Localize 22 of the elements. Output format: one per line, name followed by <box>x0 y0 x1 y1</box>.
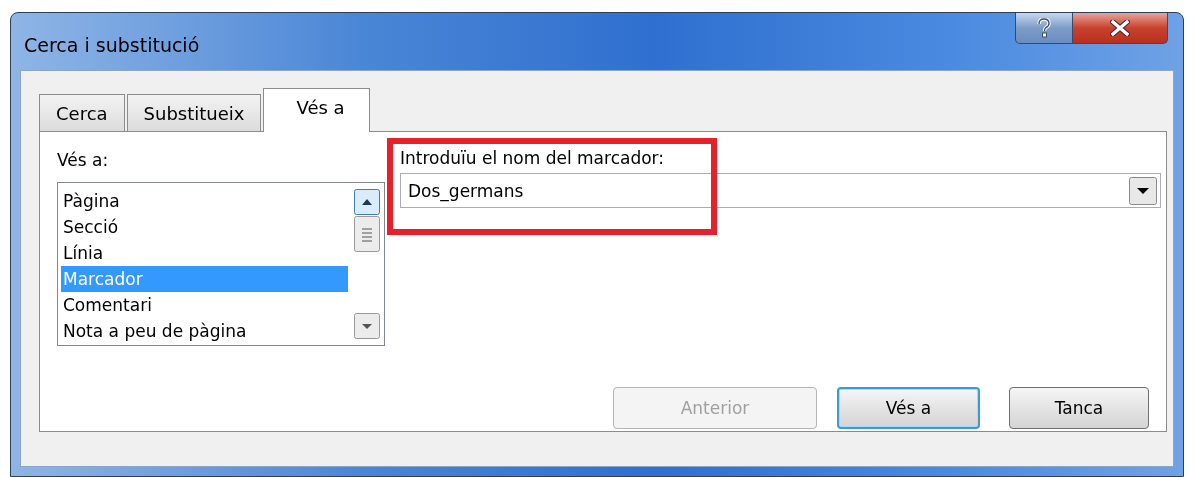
list-item[interactable]: Línia <box>61 240 348 266</box>
scroll-up-button[interactable] <box>354 189 380 215</box>
tab[interactable]: Vés a <box>263 88 370 132</box>
close-button[interactable] <box>1073 13 1168 44</box>
list-item[interactable]: Nota a peu de pàgina <box>61 318 348 344</box>
list-item[interactable]: Pàgina <box>61 188 348 214</box>
field-label: Introduïu el nom del marcador: <box>400 148 665 168</box>
tab[interactable]: Cerca <box>39 94 125 131</box>
help-icon <box>1037 18 1051 38</box>
scroll-down-button[interactable] <box>354 313 380 339</box>
button[interactable]: Tanca <box>1009 387 1149 429</box>
default-button[interactable]: Vés a <box>837 387 980 429</box>
bookmark-combo-box[interactable]: Dos_germans <box>400 173 1161 208</box>
window-title: Cerca i substitució <box>23 33 200 56</box>
list-item[interactable]: Comentari <box>61 292 348 318</box>
tab[interactable]: Substitueix <box>126 94 262 131</box>
goto-list[interactable]: Pàgina Secció Línia Marcador Comentari Nota a peu de pàgina <box>57 182 385 346</box>
help-button[interactable] <box>1015 13 1073 44</box>
scroll-thumb[interactable] <box>354 216 380 252</box>
close-icon <box>1110 20 1130 36</box>
list-item[interactable]: Secció <box>61 214 348 240</box>
list-label: Vés a: <box>57 150 110 170</box>
